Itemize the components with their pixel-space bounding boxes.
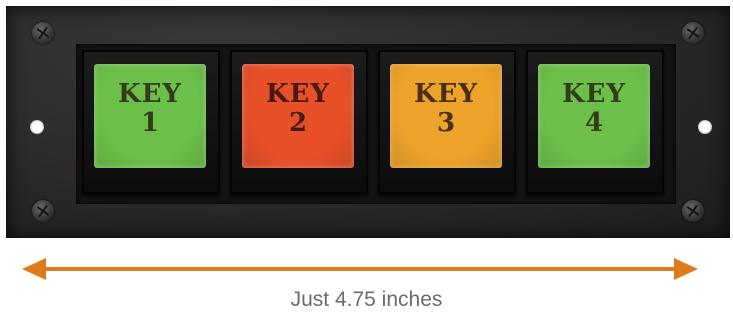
key-2-button[interactable]: KEY 2	[242, 64, 354, 168]
key-2-label-line1: KEY	[266, 79, 330, 109]
screw-icon-top-left	[32, 22, 54, 44]
key-1-label-line2: 1	[140, 107, 160, 138]
key-well-1: KEY 1	[82, 50, 220, 194]
key-well-2: KEY 2	[230, 50, 368, 194]
mounting-hole-left	[30, 120, 44, 134]
dimension-arrow	[22, 258, 698, 280]
key-1-label-line1: KEY	[118, 79, 182, 109]
screw-icon-bottom-left	[32, 200, 54, 222]
screw-icon-bottom-right	[682, 200, 704, 222]
dimension-arrow-right-head-icon	[674, 258, 698, 280]
key-well-3: KEY 3	[378, 50, 516, 194]
dimension-caption: Just 4.75 inches	[290, 288, 443, 311]
key-1-button[interactable]: KEY 1	[94, 64, 206, 168]
dimension-arrow-left-head-icon	[22, 258, 46, 280]
key-4-label-line1: KEY	[562, 79, 626, 109]
screw-icon-top-right	[682, 22, 704, 44]
key-3-label-line1: KEY	[414, 79, 478, 109]
mounting-hole-right	[698, 120, 712, 134]
key-2-label-line2: 2	[288, 107, 308, 138]
key-3-label-line2: 3	[436, 107, 456, 138]
key-well-4: KEY 4	[526, 50, 664, 194]
key-3-button[interactable]: KEY 3	[390, 64, 502, 168]
key-4-label-line2: 4	[584, 107, 604, 138]
key-4-button[interactable]: KEY 4	[538, 64, 650, 168]
